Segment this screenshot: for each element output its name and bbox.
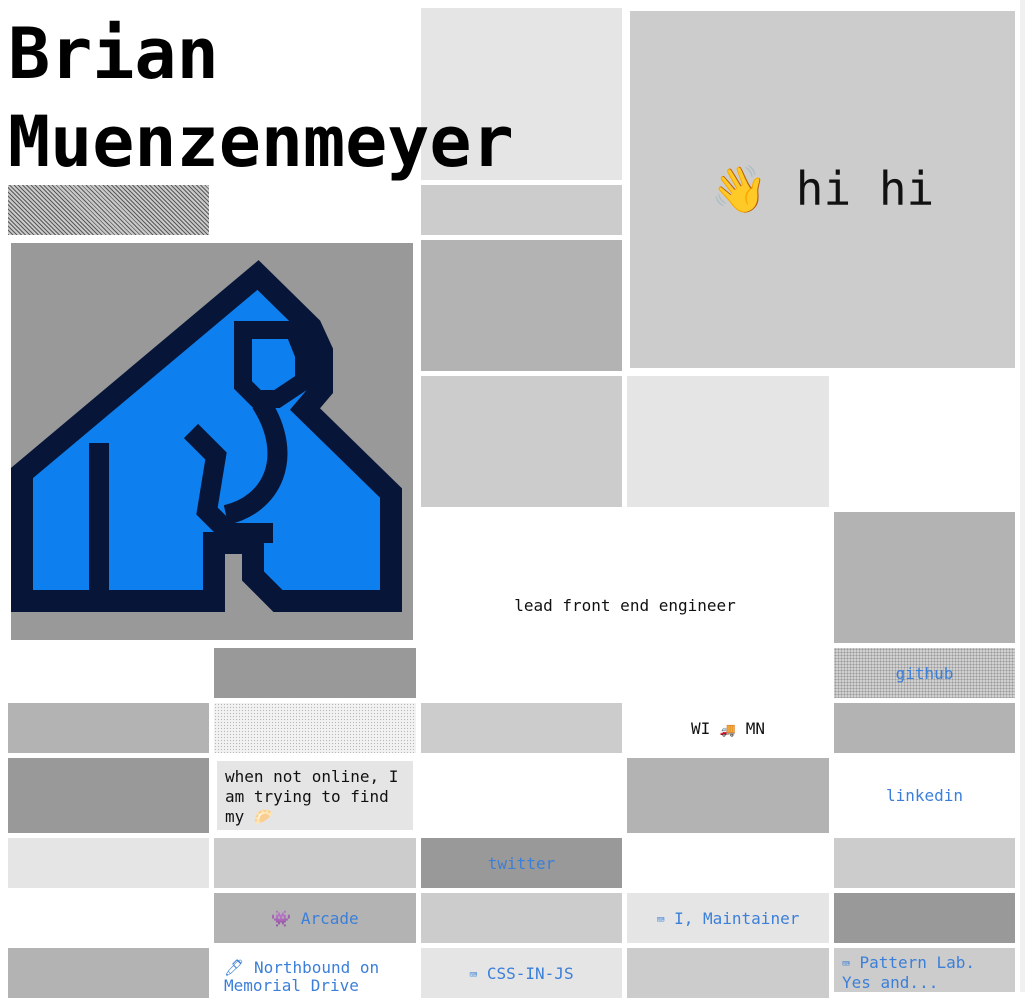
name-first: Brian xyxy=(8,13,219,95)
cssinjs-link[interactable]: ⌨ CSS-IN-JS xyxy=(421,948,622,998)
northbound-label: Northbound on Memorial Drive xyxy=(224,958,380,995)
waving-hand-icon: 👋 xyxy=(710,162,769,216)
arcade-link[interactable]: 👾 Arcade xyxy=(214,893,416,943)
twitter-link[interactable]: twitter xyxy=(421,838,622,888)
space-invader-icon: 👾 xyxy=(271,908,292,928)
location-from: WI xyxy=(691,718,711,738)
linkedin-label: linkedin xyxy=(885,786,964,805)
arcade-label: Arcade xyxy=(300,908,359,928)
decorative-tile xyxy=(627,758,829,833)
hobby-text: when not online, I am trying to find my … xyxy=(214,758,416,833)
pen-icon: 🖊 xyxy=(224,958,245,977)
logo-tile xyxy=(11,243,413,640)
role-tile: lead front end engineer xyxy=(421,512,829,698)
truck-icon: 🚚 xyxy=(719,722,737,738)
decorative-tile xyxy=(214,703,416,753)
decorative-tile xyxy=(421,240,622,371)
role-text: lead front end engineer xyxy=(514,595,736,615)
decorative-tile xyxy=(8,185,209,235)
location-tile: WI 🚚 MN xyxy=(627,703,829,753)
decorative-tile xyxy=(8,703,209,753)
decorative-tile xyxy=(627,376,829,507)
keyboard-icon: ⌨ xyxy=(469,967,478,983)
github-link[interactable]: github xyxy=(834,648,1015,698)
maintainer-label: I, Maintainer xyxy=(674,908,800,928)
patternlab-label: Pattern Lab. Yes and... xyxy=(842,953,976,992)
cssinjs-label: CSS-IN-JS xyxy=(486,963,574,983)
name-last: Muenzenmeyer xyxy=(8,101,514,183)
decorative-tile xyxy=(421,376,622,507)
greeting-tile: 👋 hi hi xyxy=(630,11,1015,368)
twitter-label: twitter xyxy=(487,853,556,873)
northbound-link[interactable]: 🖊 Northbound on Memorial Drive xyxy=(214,953,416,998)
scrollbar[interactable] xyxy=(1020,0,1025,992)
decorative-tile xyxy=(214,648,416,698)
decorative-tile xyxy=(834,838,1015,888)
decorative-tile xyxy=(627,948,829,998)
decorative-tile xyxy=(834,893,1015,943)
decorative-tile xyxy=(421,893,622,943)
keyboard-icon: ⌨ xyxy=(656,912,665,928)
page-title: Brian Muenzenmeyer xyxy=(8,10,514,186)
maintainer-link[interactable]: ⌨ I, Maintainer xyxy=(627,893,829,943)
gorilla-logo-icon xyxy=(11,260,402,612)
greeting-text: hi hi xyxy=(795,162,935,216)
decorative-tile xyxy=(8,838,209,888)
decorative-tile xyxy=(8,948,209,998)
location-to: MN xyxy=(745,718,765,738)
linkedin-link[interactable]: linkedin xyxy=(834,758,1015,833)
patternlab-link[interactable]: ⌨ Pattern Lab. Yes and... xyxy=(834,948,1015,992)
github-label: github xyxy=(895,663,954,683)
decorative-tile xyxy=(421,703,622,753)
dumpling-icon: 🥟 xyxy=(253,807,274,826)
decorative-tile xyxy=(421,185,622,235)
decorative-tile xyxy=(834,512,1015,643)
decorative-tile xyxy=(214,838,416,888)
decorative-tile xyxy=(834,703,1015,753)
keyboard-icon: ⌨ xyxy=(842,957,850,972)
decorative-tile xyxy=(8,758,209,833)
